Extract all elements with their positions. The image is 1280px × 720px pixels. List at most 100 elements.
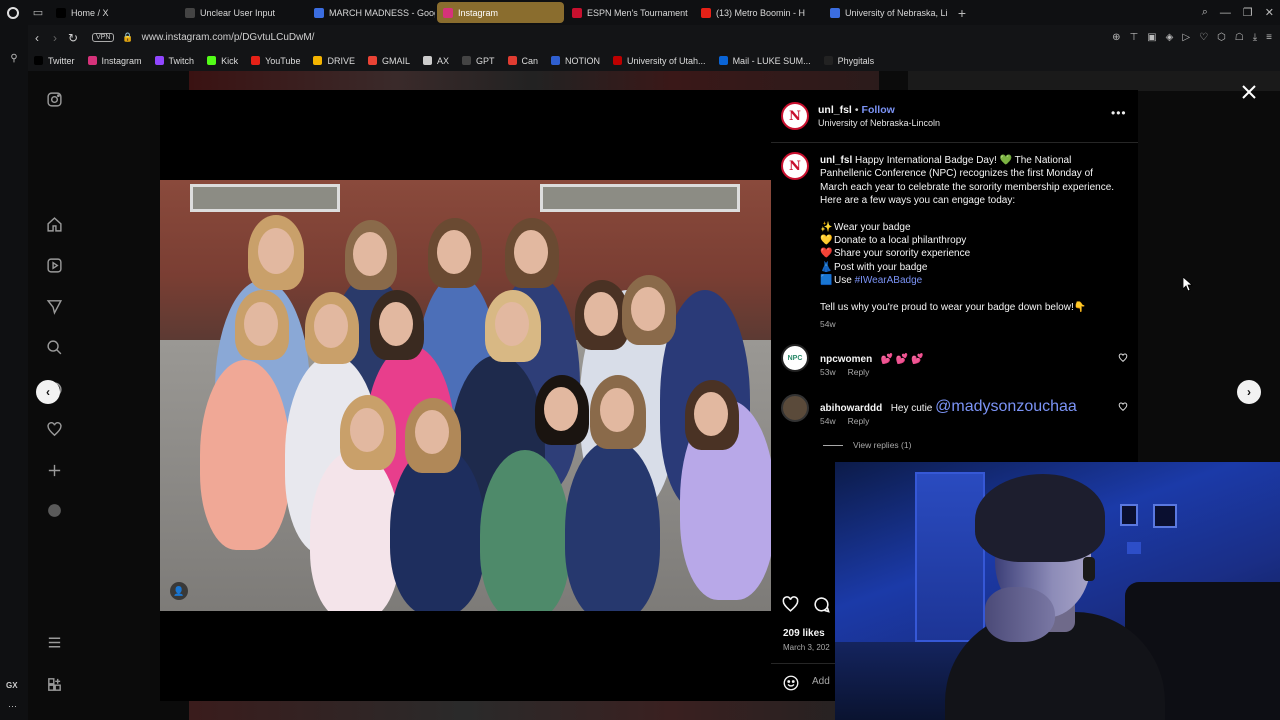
download-icon[interactable]: ⤓ xyxy=(1253,32,1257,43)
post-date[interactable]: March 3, 202 xyxy=(783,643,830,652)
reply-button[interactable]: Reply xyxy=(848,367,870,377)
comment-username[interactable]: abihowarddd xyxy=(820,403,882,414)
view-replies-button[interactable]: View replies (1) xyxy=(823,440,911,450)
forward-button[interactable]: › xyxy=(46,31,64,45)
browser-tab[interactable]: Unclear User Input xyxy=(179,2,306,23)
browser-tab[interactable]: (13) Metro Boomin - H xyxy=(695,2,822,23)
opera-logo-icon[interactable] xyxy=(0,0,26,25)
comment-mention[interactable]: @madysonzouchaa xyxy=(935,398,1077,415)
commenter-avatar[interactable]: NPC xyxy=(781,344,809,372)
lock-icon[interactable]: 🔒 xyxy=(122,32,133,43)
workspace-icon[interactable]: ⚲ xyxy=(7,53,21,67)
bookmark-item[interactable]: Kick xyxy=(207,56,238,66)
notifications-heart-icon[interactable] xyxy=(45,420,63,438)
replies-line xyxy=(823,444,843,446)
more-menu-icon[interactable] xyxy=(45,633,63,651)
caption-list-text: Post with your badge xyxy=(834,261,928,273)
browser-tab-label: ESPN Men's Tournament xyxy=(587,7,688,18)
zoom-icon[interactable]: ⊕ xyxy=(1112,32,1120,43)
bookmark-item[interactable]: Can xyxy=(507,55,539,66)
caption-emoji: 👗 xyxy=(820,261,833,273)
tagged-users-icon[interactable]: 👤 xyxy=(170,582,188,600)
caption-username[interactable]: unl_fsl xyxy=(820,155,852,166)
instagram-logo-icon[interactable] xyxy=(45,90,63,108)
extensions-icon[interactable]: ⬡ xyxy=(1217,32,1226,43)
url-field[interactable]: www.instagram.com/p/DGvtuLCuDwM/ xyxy=(142,32,315,43)
bookmark-item[interactable]: University of Utah... xyxy=(613,56,706,66)
like-heart-icon[interactable] xyxy=(781,595,800,614)
caption-time[interactable]: 54w xyxy=(820,318,1115,331)
browser-tab[interactable]: Home / X xyxy=(50,2,177,23)
comment-time[interactable]: 53w xyxy=(820,367,836,377)
photo-face xyxy=(631,287,665,331)
bookmark-label: AX xyxy=(436,55,449,66)
bookmark-label: Can xyxy=(521,55,539,66)
bookmark-item[interactable]: Twitch xyxy=(154,56,194,66)
also-from-meta-icon[interactable] xyxy=(45,675,63,693)
snapshot-icon[interactable]: ▣ xyxy=(1147,32,1156,43)
close-window-button[interactable]: ✕ xyxy=(1265,6,1274,19)
back-button[interactable]: ‹ xyxy=(28,31,46,45)
comment-time[interactable]: 54w xyxy=(820,416,836,426)
post-photo[interactable]: 👤 xyxy=(160,180,771,611)
player-icon[interactable]: ▷ xyxy=(1182,32,1190,43)
easy-setup-icon[interactable]: ≡ xyxy=(1266,32,1272,43)
like-comment-icon[interactable] xyxy=(1118,402,1128,412)
bookmark-heart-icon[interactable]: ♡ xyxy=(1199,32,1208,43)
previous-post-button[interactable]: ‹ xyxy=(36,380,60,404)
commenter-avatar[interactable] xyxy=(781,394,809,422)
reels-icon[interactable] xyxy=(45,256,63,274)
sidebar-more-icon[interactable]: ··· xyxy=(8,701,17,711)
photo-person xyxy=(480,450,570,611)
new-tab-button[interactable]: + xyxy=(953,4,971,22)
browser-tab[interactable]: MARCH MADNESS - Goog xyxy=(308,2,435,23)
author-avatar[interactable]: N xyxy=(781,102,809,130)
profile-avatar-icon[interactable] xyxy=(45,501,63,519)
add-comment-input[interactable]: Add xyxy=(812,676,830,687)
browser-tab[interactable]: University of Nebraska, Li xyxy=(824,2,951,23)
bookmark-item[interactable]: Twitter xyxy=(34,56,75,66)
author-username[interactable]: unl_fsl xyxy=(818,104,852,116)
instagram-icon xyxy=(87,56,97,65)
adblock-icon[interactable]: ◈ xyxy=(1166,32,1174,43)
bookmark-item[interactable]: NOTION xyxy=(551,56,600,66)
search-tabs-icon[interactable]: ⌕ xyxy=(1202,6,1208,19)
emoji-smiley-icon[interactable] xyxy=(782,674,800,692)
gx-corner-icon[interactable]: GX xyxy=(6,681,18,690)
tab-overview-icon[interactable]: ▭ xyxy=(26,0,50,25)
follow-button[interactable]: Follow xyxy=(862,104,895,116)
bookmark-item[interactable]: Phygitals xyxy=(823,56,874,66)
photo-face xyxy=(437,230,471,274)
bookmark-item[interactable]: Instagram xyxy=(87,56,142,66)
bookmark-item[interactable]: GMAIL xyxy=(367,56,410,66)
messages-icon[interactable] xyxy=(45,297,63,315)
caption-author-avatar[interactable]: N xyxy=(781,152,809,180)
more-options-icon[interactable]: ••• xyxy=(1111,106,1127,120)
like-comment-icon[interactable] xyxy=(1118,353,1128,363)
comment-bubble-icon[interactable] xyxy=(812,595,831,614)
likes-count[interactable]: 209 likes xyxy=(783,628,825,639)
minimize-button[interactable]: — xyxy=(1220,7,1231,19)
vpn-badge[interactable]: VPN xyxy=(92,33,115,42)
search-icon[interactable] xyxy=(45,338,63,356)
caption-list-item: 🟦 Use #IWearABadge xyxy=(820,274,1115,287)
bookmark-item[interactable]: GPT xyxy=(462,56,495,66)
post-location[interactable]: University of Nebraska-Lincoln xyxy=(818,118,940,128)
create-plus-icon[interactable] xyxy=(45,461,63,479)
home-icon[interactable] xyxy=(45,215,63,233)
close-modal-icon[interactable] xyxy=(1241,84,1257,100)
bookmark-item[interactable]: DRIVE xyxy=(313,56,355,66)
comment-username[interactable]: npcwomen xyxy=(820,354,872,365)
hashtag-link[interactable]: #IWearABadge xyxy=(855,275,923,286)
maximize-button[interactable]: ❐ xyxy=(1243,6,1253,19)
reply-button[interactable]: Reply xyxy=(848,416,870,426)
next-post-button[interactable]: › xyxy=(1237,380,1261,404)
bookmark-item[interactable]: YouTube xyxy=(251,56,300,66)
account-icon[interactable]: ☖ xyxy=(1235,32,1244,43)
bookmark-item[interactable]: Mail - LUKE SUM... xyxy=(718,56,811,66)
pin-icon[interactable]: ⊤ xyxy=(1129,32,1138,43)
reload-button[interactable]: ↻ xyxy=(64,31,82,45)
bookmark-item[interactable]: AX xyxy=(422,55,449,66)
browser-tab[interactable]: ESPN Men's Tournament xyxy=(566,2,693,23)
browser-tab[interactable]: Instagram xyxy=(437,2,564,23)
